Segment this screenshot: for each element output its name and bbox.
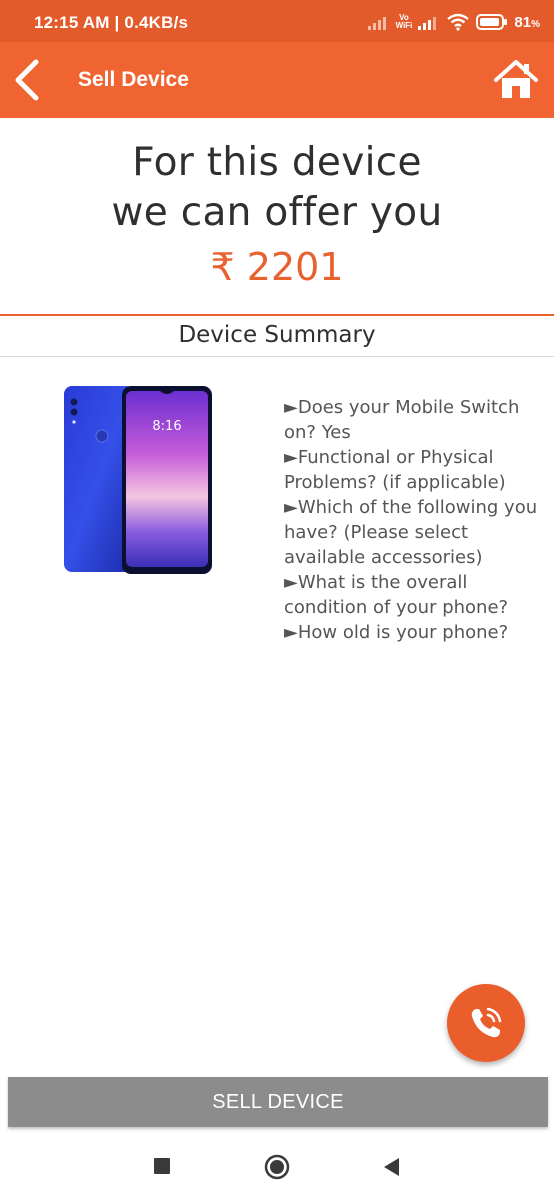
system-home-button[interactable] xyxy=(264,1154,290,1180)
divider xyxy=(0,356,554,357)
summary-item: ►Functional or Physical Problems? (if ap… xyxy=(284,447,506,493)
phone-call-icon xyxy=(471,1007,502,1038)
triangle-back-icon xyxy=(384,1158,399,1176)
app-bar: Sell Device xyxy=(0,42,554,118)
offer-heading-line1: For this device xyxy=(132,140,422,185)
device-summary-title: Device Summary xyxy=(178,322,376,348)
circle-icon xyxy=(264,1154,290,1180)
system-nav-bar xyxy=(0,1134,554,1200)
summary-item: ►Which of the following you have? (Pleas… xyxy=(284,497,538,568)
page-title: Sell Device xyxy=(78,68,189,91)
vowifi-icon: Vo WiFi xyxy=(396,14,413,30)
home-button[interactable] xyxy=(492,56,540,104)
device-image: 8:16 xyxy=(62,384,214,576)
summary-item: ►How old is your phone? xyxy=(284,622,509,644)
battery-icon xyxy=(476,14,508,30)
offer-price: ₹ 2201 xyxy=(210,245,344,289)
battery-percent: 81% xyxy=(514,14,540,31)
status-icons: Vo WiFi 81% xyxy=(367,10,540,34)
chevron-left-icon xyxy=(15,59,39,101)
signal-icon xyxy=(367,17,386,30)
summary-item: ►Does your Mobile Switch on? Yes xyxy=(284,397,520,443)
summary-item: ►What is the overall condition of your p… xyxy=(284,572,509,618)
wifi-icon xyxy=(447,13,470,31)
sell-device-label: SELL DEVICE xyxy=(212,1091,344,1113)
battery-unit: % xyxy=(531,18,540,30)
battery-value: 81 xyxy=(514,13,532,31)
back-button[interactable] xyxy=(12,58,44,102)
status-time: 12:15 AM | 0.4KB/s xyxy=(34,13,189,32)
vowifi-bottom: WiFi xyxy=(395,21,413,30)
recent-apps-button[interactable] xyxy=(154,1158,170,1174)
call-button[interactable] xyxy=(447,984,525,1062)
sell-device-button[interactable]: SELL DEVICE xyxy=(8,1077,548,1127)
summary-list: ►Does your Mobile Switch on? Yes ►Functi… xyxy=(284,396,546,647)
divider xyxy=(0,314,554,316)
phone-screen-time: 8:16 xyxy=(152,419,181,434)
phone-illustration: 8:16 xyxy=(64,386,212,574)
home-icon xyxy=(494,60,538,98)
offer-heading-line2: we can offer you xyxy=(111,190,443,235)
signal-icon-2 xyxy=(418,17,437,30)
status-bar: 12:15 AM | 0.4KB/s Vo WiFi 81% xyxy=(0,0,554,42)
system-back-button[interactable] xyxy=(381,1156,401,1178)
